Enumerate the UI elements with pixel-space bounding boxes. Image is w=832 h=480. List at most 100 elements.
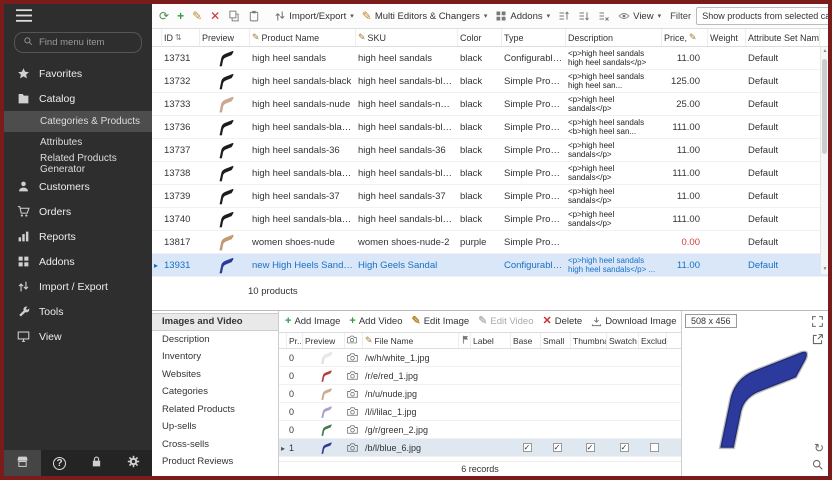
product-row[interactable]: 13733high heel sandals-nudehigh heel san… (152, 93, 828, 116)
footer-lock-button[interactable] (78, 450, 115, 476)
add-image-button[interactable]: +Add Image (285, 316, 340, 327)
sidebar-item-categories-products[interactable]: Categories & Products (4, 111, 152, 132)
checkbox-thumbnail[interactable] (571, 443, 607, 452)
footer-gear-button[interactable] (115, 450, 152, 476)
category-filter-select[interactable]: Show products from selected categories▾ (696, 7, 828, 25)
checkbox[interactable] (586, 443, 595, 452)
col-color[interactable]: Color (458, 29, 502, 46)
import-export-dropdown[interactable]: Import/Export▾ (271, 8, 357, 24)
add-product-button[interactable]: + (174, 8, 187, 24)
sidebar-item-catalog[interactable]: Catalog (4, 86, 152, 111)
sidebar-item-reports[interactable]: Reports (4, 224, 152, 249)
rotate-icon[interactable]: ↻ (814, 442, 824, 454)
view-dropdown[interactable]: View▾ (615, 8, 664, 24)
tab-websites[interactable]: Websites (152, 366, 278, 384)
product-row[interactable]: 13739high heel sandals-37high heel sanda… (152, 185, 828, 208)
sidebar-item-related-products-generator[interactable]: Related Products Generator (4, 153, 152, 174)
download-image-button[interactable]: Download Image (591, 316, 676, 327)
image-row[interactable]: 0/n/u/nude.jpg (279, 385, 681, 403)
sidebar-item-view[interactable]: View (4, 324, 152, 349)
col-id[interactable]: ID⇅ (162, 29, 200, 46)
tab-product-reviews[interactable]: Product Reviews (152, 453, 278, 471)
tab-cross-sells[interactable]: Cross-sells (152, 436, 278, 454)
image-row[interactable]: ▸1/b/l/blue_6.jpg (279, 439, 681, 457)
col-product-name[interactable]: ✎Product Name (250, 29, 356, 46)
product-row[interactable]: 13817women shoes-nudewomen shoes-nude-2p… (152, 231, 828, 254)
sidebar-item-favorites[interactable]: Favorites (4, 61, 152, 86)
edit-product-button[interactable]: ✎ (189, 8, 205, 24)
delete-product-button[interactable]: ✕ (207, 8, 223, 24)
col-price[interactable]: Price,✎ (662, 29, 708, 46)
col-swatch[interactable]: Swatch (607, 333, 639, 348)
col-img-preview[interactable]: Preview (303, 333, 345, 348)
col-sku[interactable]: ✎SKU (356, 29, 458, 46)
scrollbar-thumb[interactable] (822, 59, 827, 154)
col-label[interactable]: Label (471, 333, 511, 348)
scroll-down-icon[interactable]: ▼ (821, 265, 828, 274)
checkbox-small[interactable] (541, 443, 571, 452)
zoom-icon[interactable] (811, 458, 824, 471)
clear-sort-button[interactable] (595, 8, 613, 24)
sidebar-search-input[interactable]: Find menu item (14, 32, 142, 53)
product-row[interactable]: 13736high heel sandals-black-36high heel… (152, 116, 828, 139)
footer-store-button[interactable] (4, 450, 41, 476)
tab-categories[interactable]: Categories (152, 383, 278, 401)
footer-help-button[interactable]: ? (41, 450, 78, 476)
tab-description[interactable]: Description (152, 331, 278, 349)
product-row[interactable]: ▸13931new High Heels SandalsHigh Geels S… (152, 254, 828, 277)
checkbox[interactable] (650, 443, 659, 452)
refresh-button[interactable]: ⟳ (156, 8, 172, 24)
add-video-button[interactable]: +Add Video (349, 316, 402, 327)
col-position[interactable]: Pr... (287, 333, 303, 348)
product-row[interactable]: 13740high heel sandals-black-38high heel… (152, 208, 828, 231)
checkbox[interactable] (553, 443, 562, 452)
grid-scrollbar[interactable]: ▲ ▼ (820, 47, 828, 274)
fullscreen-icon[interactable] (811, 315, 824, 328)
tab-up-sells[interactable]: Up-sells (152, 418, 278, 436)
image-row[interactable]: 0/l/i/lilac_1.jpg (279, 403, 681, 421)
scroll-up-icon[interactable]: ▲ (821, 47, 828, 56)
menu-toggle-button[interactable] (4, 4, 152, 30)
sidebar-item-orders[interactable]: Orders (4, 199, 152, 224)
sort-asc-button[interactable] (555, 8, 573, 24)
col-thumbnail[interactable]: Thumbna (571, 333, 607, 348)
tab-related-products[interactable]: Related Products (152, 401, 278, 419)
product-row[interactable]: 13737high heel sandals-36high heel sanda… (152, 139, 828, 162)
product-row[interactable]: 13731high heel sandalshigh heel sandalsb… (152, 47, 828, 70)
tab-inventory[interactable]: Inventory (152, 348, 278, 366)
sort-desc-button[interactable] (575, 8, 593, 24)
col-exclude[interactable]: Exclude (639, 333, 667, 348)
col-base[interactable]: Base (511, 333, 541, 348)
checkbox-swatch[interactable] (607, 443, 639, 452)
checkbox-base[interactable] (511, 443, 541, 452)
copy-button[interactable] (225, 8, 243, 24)
edit-image-button[interactable]: ✎Edit Image (412, 316, 470, 327)
col-small[interactable]: Small (541, 333, 571, 348)
col-weight[interactable]: Weight (708, 29, 746, 46)
edit-video-button[interactable]: ✎Edit Video (478, 316, 533, 327)
checkbox[interactable] (620, 443, 629, 452)
col-attribute-set[interactable]: Attribute Set Name (746, 29, 820, 46)
image-row[interactable]: 0/w/h/white_1.jpg (279, 349, 681, 367)
sidebar-item-addons[interactable]: Addons (4, 249, 152, 274)
tab-images-and-video[interactable]: Images and Video (152, 313, 278, 331)
image-row[interactable]: 0/r/e/red_1.jpg (279, 367, 681, 385)
checkbox[interactable] (523, 443, 532, 452)
col-description[interactable]: Description (566, 29, 662, 46)
product-row[interactable]: 13732high heel sandals-blackhigh heel sa… (152, 70, 828, 93)
checkbox-exclude[interactable] (639, 443, 667, 452)
paste-button[interactable] (245, 8, 263, 24)
col-type[interactable]: Type (502, 29, 566, 46)
sidebar-item-import-export[interactable]: Import / Export (4, 274, 152, 299)
sidebar-item-attributes[interactable]: Attributes (4, 132, 152, 153)
col-preview[interactable]: Preview (200, 29, 250, 46)
sidebar-item-customers[interactable]: Customers (4, 174, 152, 199)
sidebar-item-tools[interactable]: Tools (4, 299, 152, 324)
image-row[interactable]: 0/g/r/green_2.jpg (279, 421, 681, 439)
multi-editors-dropdown[interactable]: ✎Multi Editors & Changers▾ (359, 8, 491, 24)
delete-button[interactable]: ✕Delete (543, 316, 583, 327)
product-row[interactable]: 13738high heel sandals-black-37high heel… (152, 162, 828, 185)
main-toolbar: ⟳ + ✎ ✕ Import/Export▾ ✎Multi Editors & … (152, 4, 828, 29)
addons-dropdown[interactable]: Addons▾ (492, 8, 553, 24)
col-file-name[interactable]: ✎File Name (363, 333, 459, 348)
